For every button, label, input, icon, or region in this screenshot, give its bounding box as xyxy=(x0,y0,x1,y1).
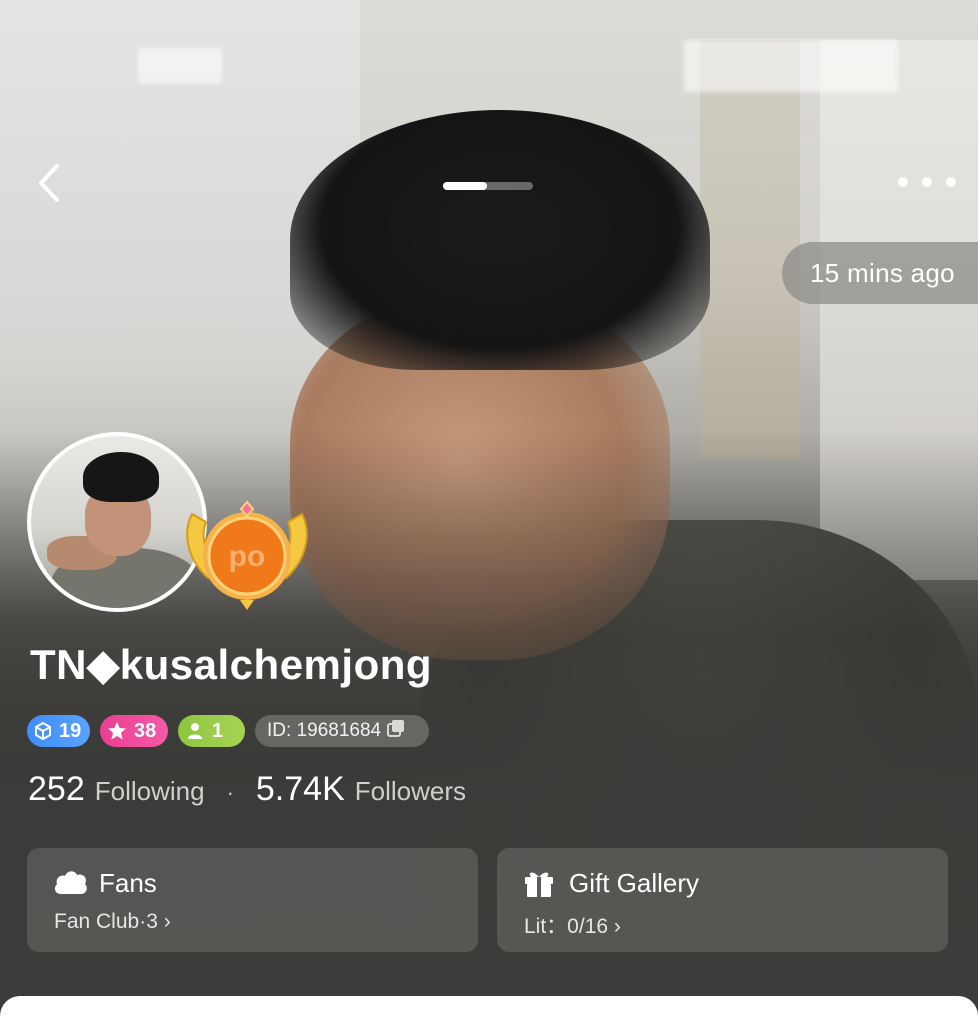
following-label[interactable]: Following xyxy=(95,776,205,807)
level-tag-blue[interactable]: 19 xyxy=(27,715,90,747)
chevron-left-icon xyxy=(39,164,59,202)
level-tag-value: 38 xyxy=(134,719,157,742)
avatar-hair xyxy=(83,452,159,502)
username: TN◆kusalchemjong xyxy=(30,641,433,688)
more-dot xyxy=(922,177,932,187)
level-tag-value: 1 xyxy=(212,719,224,742)
stats-separator: · xyxy=(226,780,234,805)
gift-gallery-card[interactable]: Gift Gallery Lit：0/16 › xyxy=(497,848,948,952)
wealth-medal-badge[interactable]: po xyxy=(178,500,316,612)
fans-card-title: Fans xyxy=(99,868,157,898)
pager-active-segment xyxy=(443,182,487,190)
user-id-tag[interactable]: ID: 19681684 xyxy=(255,715,429,747)
svg-text:po: po xyxy=(229,540,266,573)
follow-stats: 252 Following · 5.74K Followers xyxy=(28,770,466,814)
last-active-text: 15 mins ago xyxy=(810,257,955,288)
user-id-text: ID: 19681684 xyxy=(267,720,382,741)
status-bar-time-redacted xyxy=(138,48,222,84)
level-tag-pink[interactable]: 38 xyxy=(100,715,168,747)
more-dot xyxy=(898,177,908,187)
person-icon xyxy=(184,720,206,742)
gift-gallery-subtitle: Lit：0/16 › xyxy=(524,915,621,938)
following-count[interactable]: 252 xyxy=(28,770,85,809)
fans-card-subtitle: Fan Club·3 › xyxy=(54,910,171,933)
fans-card[interactable]: Fans Fan Club·3 › xyxy=(27,848,478,952)
status-bar-icons-redacted xyxy=(684,40,898,92)
last-active-pill: 15 mins ago xyxy=(782,242,978,304)
more-options-button[interactable] xyxy=(898,168,956,196)
user-level-tags: 19 38 1 ID: 19681684 xyxy=(27,715,429,747)
copy-icon[interactable] xyxy=(387,719,405,743)
profile-content-sheet xyxy=(0,996,978,1024)
cube-icon xyxy=(33,720,53,742)
fans-cloud-icon xyxy=(53,868,89,898)
more-dot xyxy=(946,177,956,187)
star-icon xyxy=(106,720,128,742)
followers-label[interactable]: Followers xyxy=(355,776,466,807)
gift-icon xyxy=(523,868,559,898)
medal-icon: po xyxy=(186,500,308,610)
level-tag-green[interactable]: 1 xyxy=(178,715,245,747)
gift-gallery-title: Gift Gallery xyxy=(569,868,700,898)
level-tag-value: 19 xyxy=(59,719,82,742)
photo-pager-indicator xyxy=(443,182,533,190)
back-button[interactable] xyxy=(28,160,68,206)
followers-count[interactable]: 5.74K xyxy=(256,770,345,809)
